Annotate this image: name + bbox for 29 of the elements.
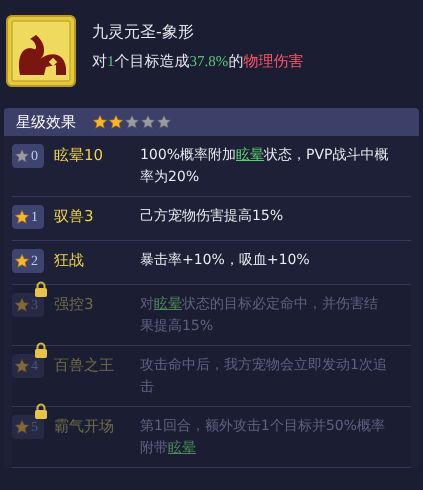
section-title: 星级效果 (16, 112, 76, 133)
effect-name: 眩晕10 (53, 145, 104, 166)
star-level-badge: 4 (12, 354, 44, 378)
star-level-badge: 1 (12, 205, 44, 229)
star-level-badge: 0 (12, 144, 44, 168)
effect-name: 百兽之王 (53, 355, 115, 376)
star-icon (108, 114, 124, 130)
effect-name: 驭兽3 (53, 206, 95, 227)
effect-name: 强控3 (53, 294, 95, 315)
star-level-badge: 3 (12, 293, 44, 317)
star-icon (140, 114, 156, 130)
lock-icon (34, 281, 48, 297)
skill-name: 九灵元圣-象形 (92, 21, 195, 43)
effect-name: 霸气开场 (53, 416, 115, 437)
effect-name: 狂战 (53, 250, 85, 271)
lock-icon (34, 403, 48, 419)
effect-description: 己方宠物伤害提高15% (140, 207, 284, 226)
star-icon (124, 114, 140, 130)
effect-description: 100%概率附加眩晕状态，PVP战斗中概率为20% (140, 146, 390, 187)
star-icon (156, 114, 172, 130)
lock-icon (34, 342, 48, 358)
effect-description: 第1回合，额外攻击1个目标并50%概率附带眩晕 (140, 417, 386, 458)
effect-description: 攻击命中后，我方宠物会立即发动1次追击 (140, 356, 388, 397)
effect-description: 对眩晕状态的目标必定命中，并伤害结果提高15% (140, 295, 379, 336)
star-icon (92, 114, 108, 130)
star-level-badge: 2 (12, 249, 44, 273)
effect-description: 暴击率+10%，吸血+10% (140, 251, 311, 270)
star-level-badge: 5 (12, 415, 44, 439)
skill-description: 对1个目标造成37.8%的物理伤害 (92, 51, 304, 72)
